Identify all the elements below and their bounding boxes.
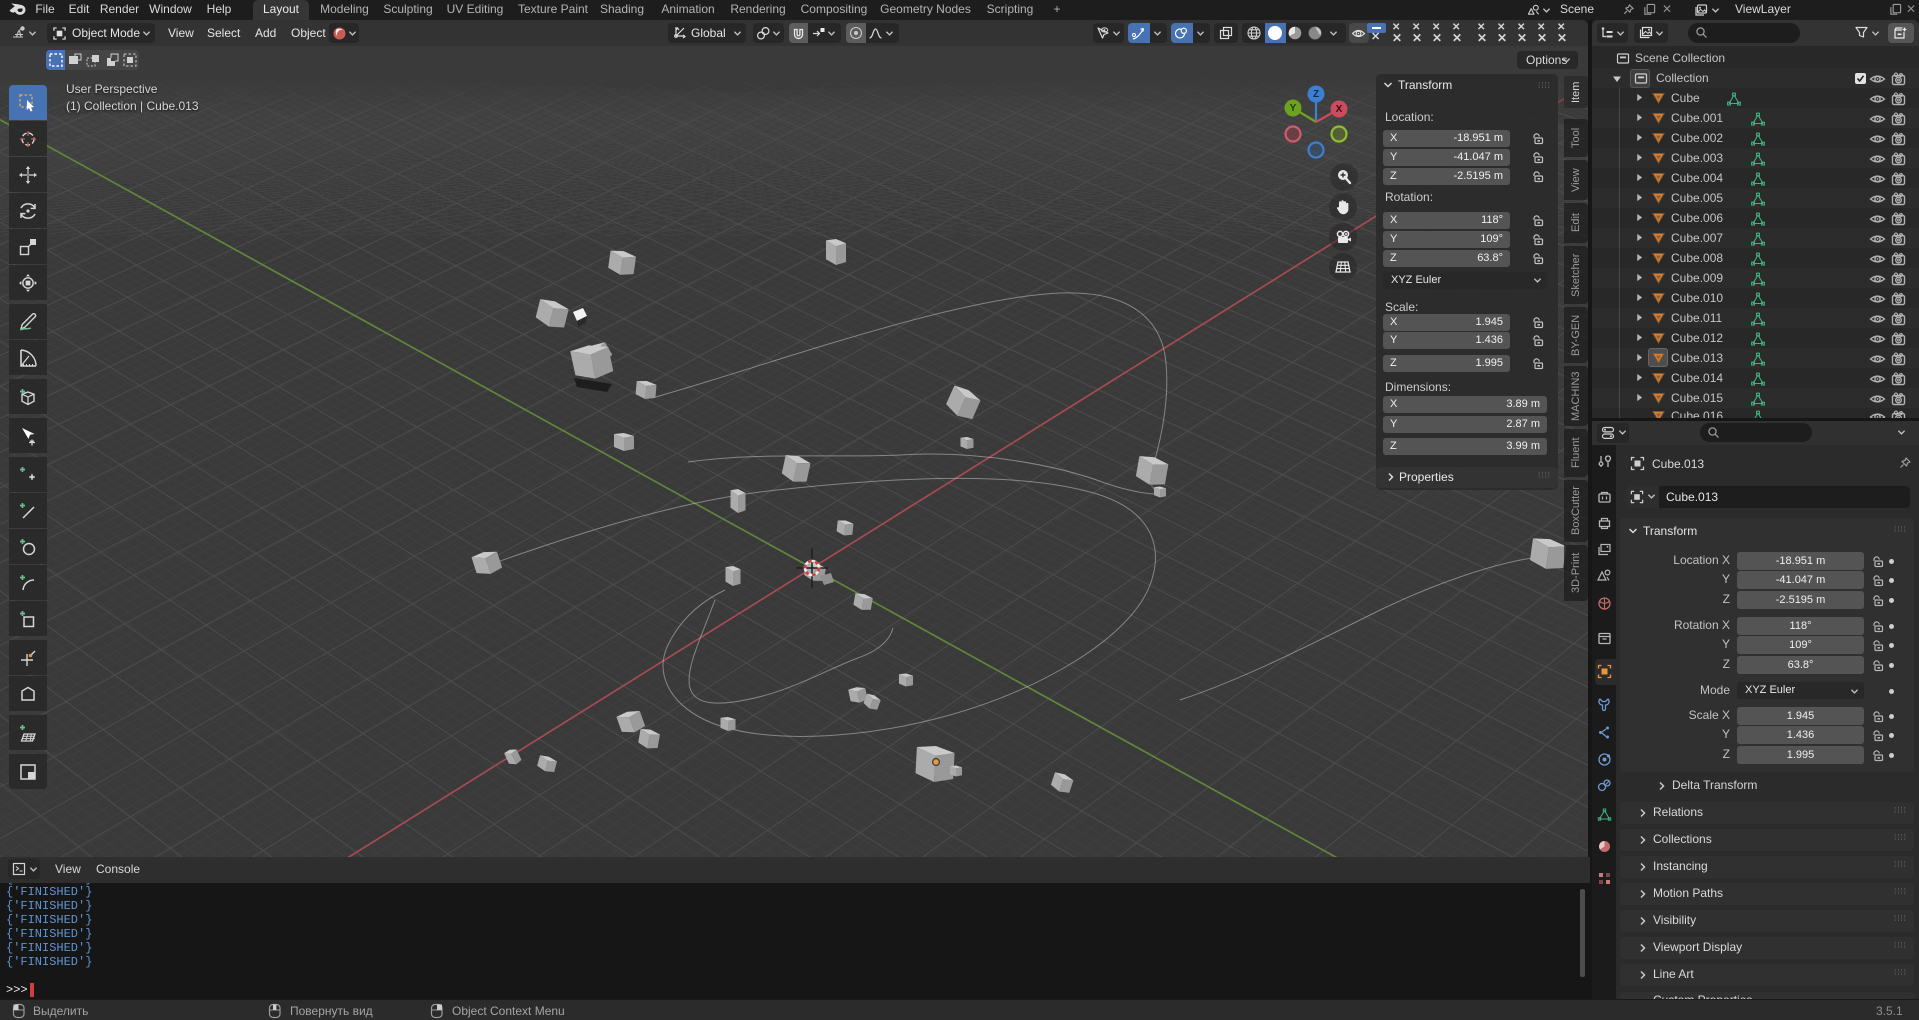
svg-text:Z: Z	[1313, 89, 1319, 100]
svg-text:X: X	[1336, 104, 1343, 115]
svg-text:Y: Y	[1290, 103, 1297, 114]
